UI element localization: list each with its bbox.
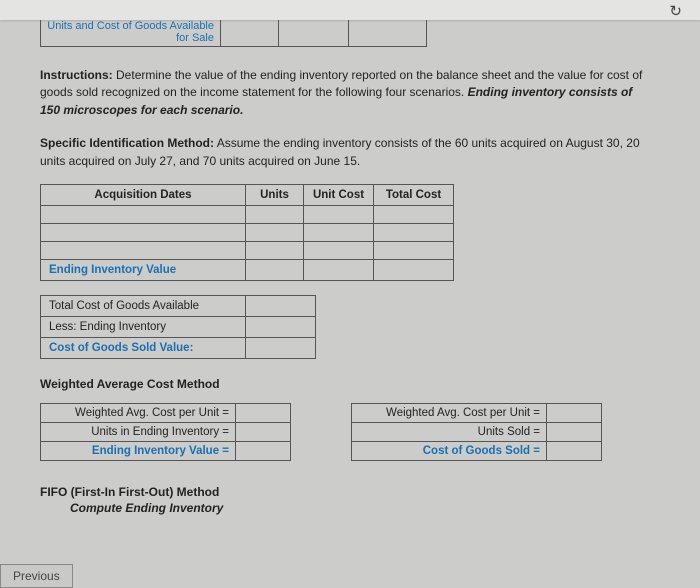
cell[interactable] xyxy=(41,224,246,242)
page-body: Units and Cost of Goods Available for Sa… xyxy=(0,20,680,588)
table-row xyxy=(41,206,454,224)
table-row: Less: Ending Inventory xyxy=(41,317,316,338)
cell[interactable] xyxy=(246,260,304,281)
wavg-cost-per-unit-label-r: Weighted Avg. Cost per Unit = xyxy=(352,404,547,423)
table-row xyxy=(41,224,454,242)
cell[interactable] xyxy=(374,224,454,242)
specific-paragraph: Specific Identification Method: Assume t… xyxy=(40,135,652,170)
fifo-heading: FIFO (First-In First-Out) Method xyxy=(40,485,652,499)
cell[interactable] xyxy=(246,338,316,359)
units-in-ending-inventory-label: Units in Ending Inventory = xyxy=(41,423,236,442)
cell[interactable] xyxy=(236,442,291,461)
top-row-unitcost[interactable] xyxy=(279,20,349,47)
cell[interactable] xyxy=(547,442,602,461)
wavg-heading: Weighted Average Cost Method xyxy=(40,377,652,391)
th-acquisition-dates: Acquisition Dates xyxy=(41,185,246,206)
cell[interactable] xyxy=(236,404,291,423)
previous-button[interactable]: Previous xyxy=(0,564,73,588)
table-row: Cost of Goods Sold Value: xyxy=(41,338,316,359)
th-units: Units xyxy=(246,185,304,206)
cell[interactable] xyxy=(304,224,374,242)
top-row-line1: Units and Cost of Goods Available xyxy=(47,20,214,32)
total-cost-available-label: Total Cost of Goods Available xyxy=(41,296,246,317)
cell[interactable] xyxy=(246,296,316,317)
specific-lead: Specific Identification Method: xyxy=(40,136,214,150)
top-row-label: Units and Cost of Goods Available for Sa… xyxy=(41,20,221,47)
cell[interactable] xyxy=(246,242,304,260)
acquisition-table: Acquisition Dates Units Unit Cost Total … xyxy=(40,184,454,281)
th-total-cost: Total Cost xyxy=(374,185,454,206)
less-ending-inventory-label: Less: Ending Inventory xyxy=(41,317,246,338)
wavg-right-table: Weighted Avg. Cost per Unit = Units Sold… xyxy=(351,403,602,461)
wavg-left-table: Weighted Avg. Cost per Unit = Units in E… xyxy=(40,403,291,461)
ending-inventory-label: Ending Inventory Value xyxy=(41,260,246,281)
top-truncated-table: Units and Cost of Goods Available for Sa… xyxy=(40,20,427,47)
cell[interactable] xyxy=(304,242,374,260)
cell[interactable] xyxy=(246,317,316,338)
refresh-icon[interactable]: ↻ xyxy=(669,2,682,20)
th-unit-cost: Unit Cost xyxy=(304,185,374,206)
cell[interactable] xyxy=(246,206,304,224)
top-row-line2: for Sale xyxy=(176,32,214,44)
cell[interactable] xyxy=(236,423,291,442)
cell[interactable] xyxy=(304,206,374,224)
cell[interactable] xyxy=(547,404,602,423)
cell[interactable] xyxy=(547,423,602,442)
cell[interactable] xyxy=(41,242,246,260)
cost-of-goods-sold-label: Cost of Goods Sold = xyxy=(352,442,547,461)
table-row: Total Cost of Goods Available xyxy=(41,296,316,317)
cell[interactable] xyxy=(374,242,454,260)
cogs-summary-table: Total Cost of Goods Available Less: Endi… xyxy=(40,295,316,359)
top-row-units[interactable] xyxy=(221,20,279,47)
fifo-sub: Compute Ending Inventory xyxy=(70,501,652,515)
window-topbar: ↻ xyxy=(0,0,700,20)
cogs-value-label: Cost of Goods Sold Value: xyxy=(41,338,246,359)
wavg-cost-per-unit-label: Weighted Avg. Cost per Unit = xyxy=(41,404,236,423)
cell[interactable] xyxy=(304,260,374,281)
wavg-row: Weighted Avg. Cost per Unit = Units in E… xyxy=(40,403,652,461)
table-row xyxy=(41,242,454,260)
top-row-total[interactable] xyxy=(349,20,427,47)
cell[interactable] xyxy=(246,224,304,242)
cell[interactable] xyxy=(374,206,454,224)
ending-inventory-row: Ending Inventory Value xyxy=(41,260,454,281)
instructions-lead: Instructions: xyxy=(40,68,113,82)
cell[interactable] xyxy=(374,260,454,281)
units-sold-label: Units Sold = xyxy=(352,423,547,442)
instructions-paragraph: Instructions: Determine the value of the… xyxy=(40,67,652,119)
cell[interactable] xyxy=(41,206,246,224)
ending-inventory-value-label: Ending Inventory Value = xyxy=(41,442,236,461)
